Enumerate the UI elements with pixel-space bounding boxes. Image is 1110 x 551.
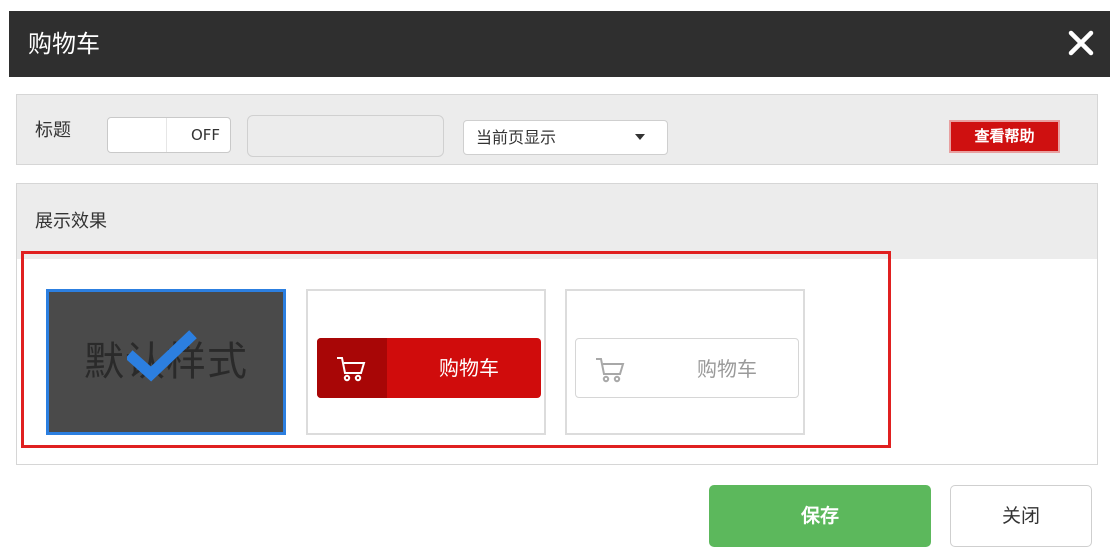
cart-icon-box (317, 338, 387, 398)
dialog-title: 购物车 (28, 30, 100, 58)
title-label: 标题 (35, 120, 71, 141)
caret-down-icon (635, 134, 645, 140)
save-button[interactable]: 保存 (709, 485, 931, 547)
settings-toolbar: 标题 OFF 当前页显示 查看帮助 (16, 94, 1098, 165)
cart-button-preview: 购物车 (575, 338, 799, 398)
cart-button-preview: 购物车 (317, 338, 541, 398)
close-button[interactable]: 关闭 (950, 485, 1092, 547)
toggle-knob (108, 118, 167, 152)
shopping-cart-icon (337, 357, 366, 382)
cart-button-label: 购物车 (697, 357, 757, 381)
section-heading: 展示效果 (17, 184, 1097, 259)
cart-button-label: 购物车 (439, 356, 499, 380)
display-scope-value: 当前页显示 (476, 128, 557, 147)
dialog-titlebar: 购物车 (9, 11, 1110, 77)
title-toggle[interactable]: OFF (107, 117, 231, 153)
display-scope-select[interactable]: 当前页显示 (463, 120, 668, 155)
style-option-red[interactable]: 购物车 (306, 289, 546, 435)
toggle-state-label: OFF (190, 126, 220, 144)
style-option-plain[interactable]: 购物车 (565, 289, 805, 435)
style-option-default[interactable]: 默认样式 (46, 289, 286, 435)
help-button[interactable]: 查看帮助 (949, 120, 1060, 153)
shopping-cart-icon (596, 358, 625, 383)
close-icon[interactable] (1066, 28, 1096, 58)
display-effect-panel: 展示效果 默认样式 购物车 购物车 (16, 183, 1098, 465)
title-input[interactable] (247, 115, 444, 157)
checkmark-icon (127, 330, 197, 382)
